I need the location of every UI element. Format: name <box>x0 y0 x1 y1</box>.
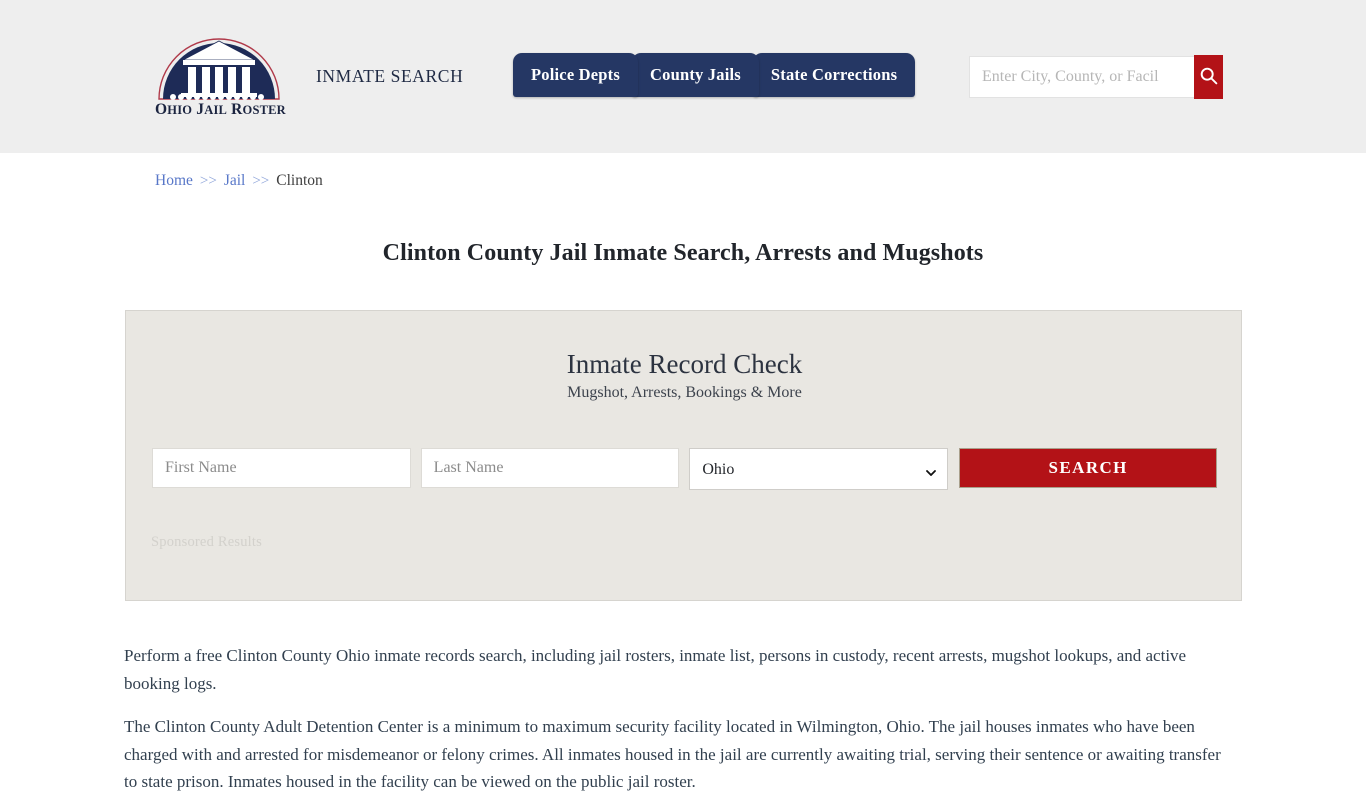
header-search-input[interactable] <box>969 56 1194 98</box>
site-logo[interactable]: OHIO JAIL ROSTER <box>155 27 286 125</box>
nav-tab-label: State Corrections <box>770 65 898 84</box>
sponsored-results-label: Sponsored Results <box>151 534 262 550</box>
header-inner: OHIO JAIL ROSTER INMATE SEARCH Police De… <box>0 0 1366 153</box>
state-select[interactable]: Ohio <box>689 448 949 490</box>
breadcrumb-item-jail[interactable]: Jail <box>224 172 246 190</box>
last-name-input[interactable] <box>420 448 680 488</box>
nav-tab-county-jails[interactable]: County Jails <box>632 53 759 97</box>
first-name-input[interactable] <box>152 448 411 488</box>
courthouse-building-icon <box>155 27 283 103</box>
state-select-wrap: Ohio <box>689 448 949 490</box>
breadcrumb: Home >> Jail >> Clinton <box>155 172 323 190</box>
content-paragraph-2: The Clinton County Adult Detention Cente… <box>124 717 1221 791</box>
page-title: Clinton County Jail Inmate Search, Arres… <box>382 240 984 267</box>
header-search <box>969 55 1223 99</box>
site-header: OHIO JAIL ROSTER INMATE SEARCH Police De… <box>0 0 1366 153</box>
content-paragraph-1: Perform a free Clinton County Ohio inmat… <box>124 646 1187 693</box>
primary-nav: Police Depts County Jails State Correcti… <box>513 53 916 97</box>
breadcrumb-separator: >> <box>252 173 270 189</box>
card-subtitle: Mugshot, Arrests, Bookings & More <box>567 384 802 401</box>
search-button[interactable]: SEARCH <box>959 448 1217 488</box>
search-icon <box>1198 65 1219 89</box>
inmate-search-form: Ohio SEARCH <box>152 448 1217 490</box>
nav-tab-label: Police Depts <box>531 65 621 84</box>
nav-tab-state-corrections[interactable]: State Corrections <box>752 53 916 97</box>
card-title: Inmate Record Check <box>566 349 803 379</box>
header-tagline: INMATE SEARCH <box>316 66 464 86</box>
nav-tab-police-depts[interactable]: Police Depts <box>513 53 639 97</box>
breadcrumb-separator: >> <box>199 173 217 189</box>
inmate-record-check-card: Inmate Record Check Mugshot, Arrests, Bo… <box>125 310 1242 601</box>
breadcrumb-item-current: Clinton <box>276 172 323 189</box>
header-search-button[interactable] <box>1194 55 1223 99</box>
page-content: Perform a free Clinton County Ohio inmat… <box>124 642 1232 812</box>
breadcrumb-item-home[interactable]: Home <box>155 172 193 190</box>
site-logo-text: OHIO JAIL ROSTER <box>155 101 286 118</box>
nav-tab-label: County Jails <box>650 65 741 84</box>
